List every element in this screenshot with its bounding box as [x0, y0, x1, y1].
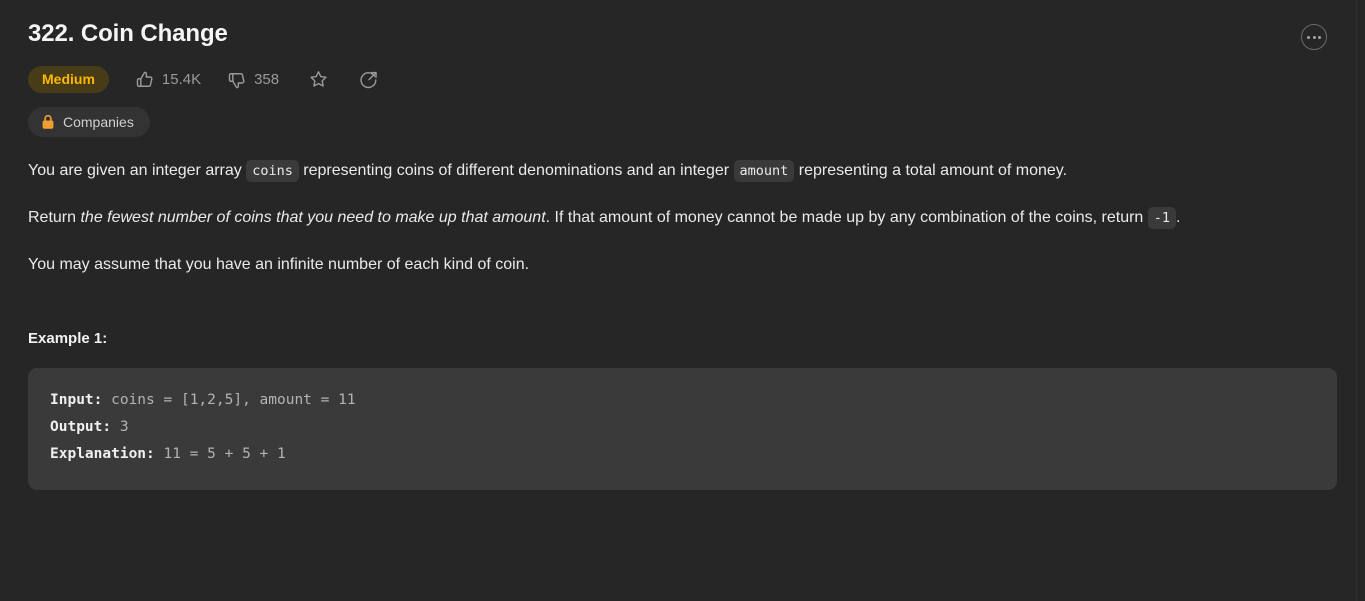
example-1-input-value: coins = [1,2,5], amount = 11 — [102, 391, 356, 408]
vertical-scrollbar[interactable] — [1356, 0, 1365, 601]
problem-meta-row: Medium 15.4K 358 — [28, 66, 1329, 94]
more-options-icon[interactable] — [1301, 24, 1327, 50]
dot-3 — [1318, 35, 1321, 39]
example-1-explanation-value: 11 = 5 + 5 + 1 — [154, 445, 286, 462]
inline-code-minus-one: -1 — [1147, 207, 1177, 230]
share-button[interactable] — [357, 69, 379, 91]
tag-row: Companies — [28, 107, 1329, 138]
dislike-count: 358 — [254, 71, 280, 89]
description-paragraph-2: Return the fewest number of coins that y… — [28, 206, 1313, 231]
title-row: 322. Coin Change — [28, 0, 1329, 50]
thumbs-down-icon — [228, 72, 245, 89]
p1-text-3: representing a total amount of money. — [794, 162, 1068, 180]
difficulty-badge[interactable]: Medium — [28, 66, 109, 94]
example-1-explanation-label: Explanation: — [50, 445, 155, 462]
p1-text-2: representing coins of different denomina… — [298, 162, 734, 180]
example-1-input-label: Input: — [50, 391, 103, 408]
example-1-output-value: 3 — [111, 418, 129, 435]
example-1-heading: Example 1: — [28, 329, 108, 347]
description-paragraph-1: You are given an integer array coins rep… — [28, 159, 1313, 184]
like-count: 15.4K — [161, 71, 202, 89]
inline-code-coins: coins — [246, 160, 299, 183]
dot-2 — [1312, 35, 1316, 39]
p2-text-3: . — [1176, 209, 1181, 227]
share-circle-arrow-icon — [360, 72, 377, 89]
companies-button[interactable]: Companies — [28, 107, 150, 138]
problem-content: 322. Coin Change Medium 15.4K 358 Compan… — [0, 0, 1357, 601]
favorite-button[interactable] — [307, 69, 329, 91]
inline-code-amount: amount — [733, 160, 795, 183]
dislike-button[interactable]: 358 — [227, 70, 279, 90]
star-icon — [309, 71, 327, 87]
like-button[interactable]: 15.4K — [135, 70, 201, 90]
companies-label: Companies — [63, 114, 134, 131]
p2-emphasis: the fewest number of coins that you need… — [80, 209, 546, 227]
thumbs-up-icon — [136, 71, 153, 87]
dot-1 — [1307, 35, 1310, 39]
p2-text-1: Return — [28, 209, 81, 227]
description-paragraph-3: You may assume that you have an infinite… — [28, 255, 530, 273]
problem-description: You are given an integer array coins rep… — [28, 159, 1329, 277]
example-1-code-block: Input: coins = [1,2,5], amount = 11 Outp… — [28, 367, 1337, 490]
p2-text-2: . If that amount of money cannot be made… — [545, 209, 1148, 227]
p1-text-1: You are given an integer array — [28, 162, 247, 180]
problem-description-panel: 322. Coin Change Medium 15.4K 358 Compan… — [0, 0, 1365, 601]
page-title: 322. Coin Change — [28, 20, 228, 47]
example-1-output-label: Output: — [50, 418, 112, 435]
lock-icon — [42, 115, 54, 130]
